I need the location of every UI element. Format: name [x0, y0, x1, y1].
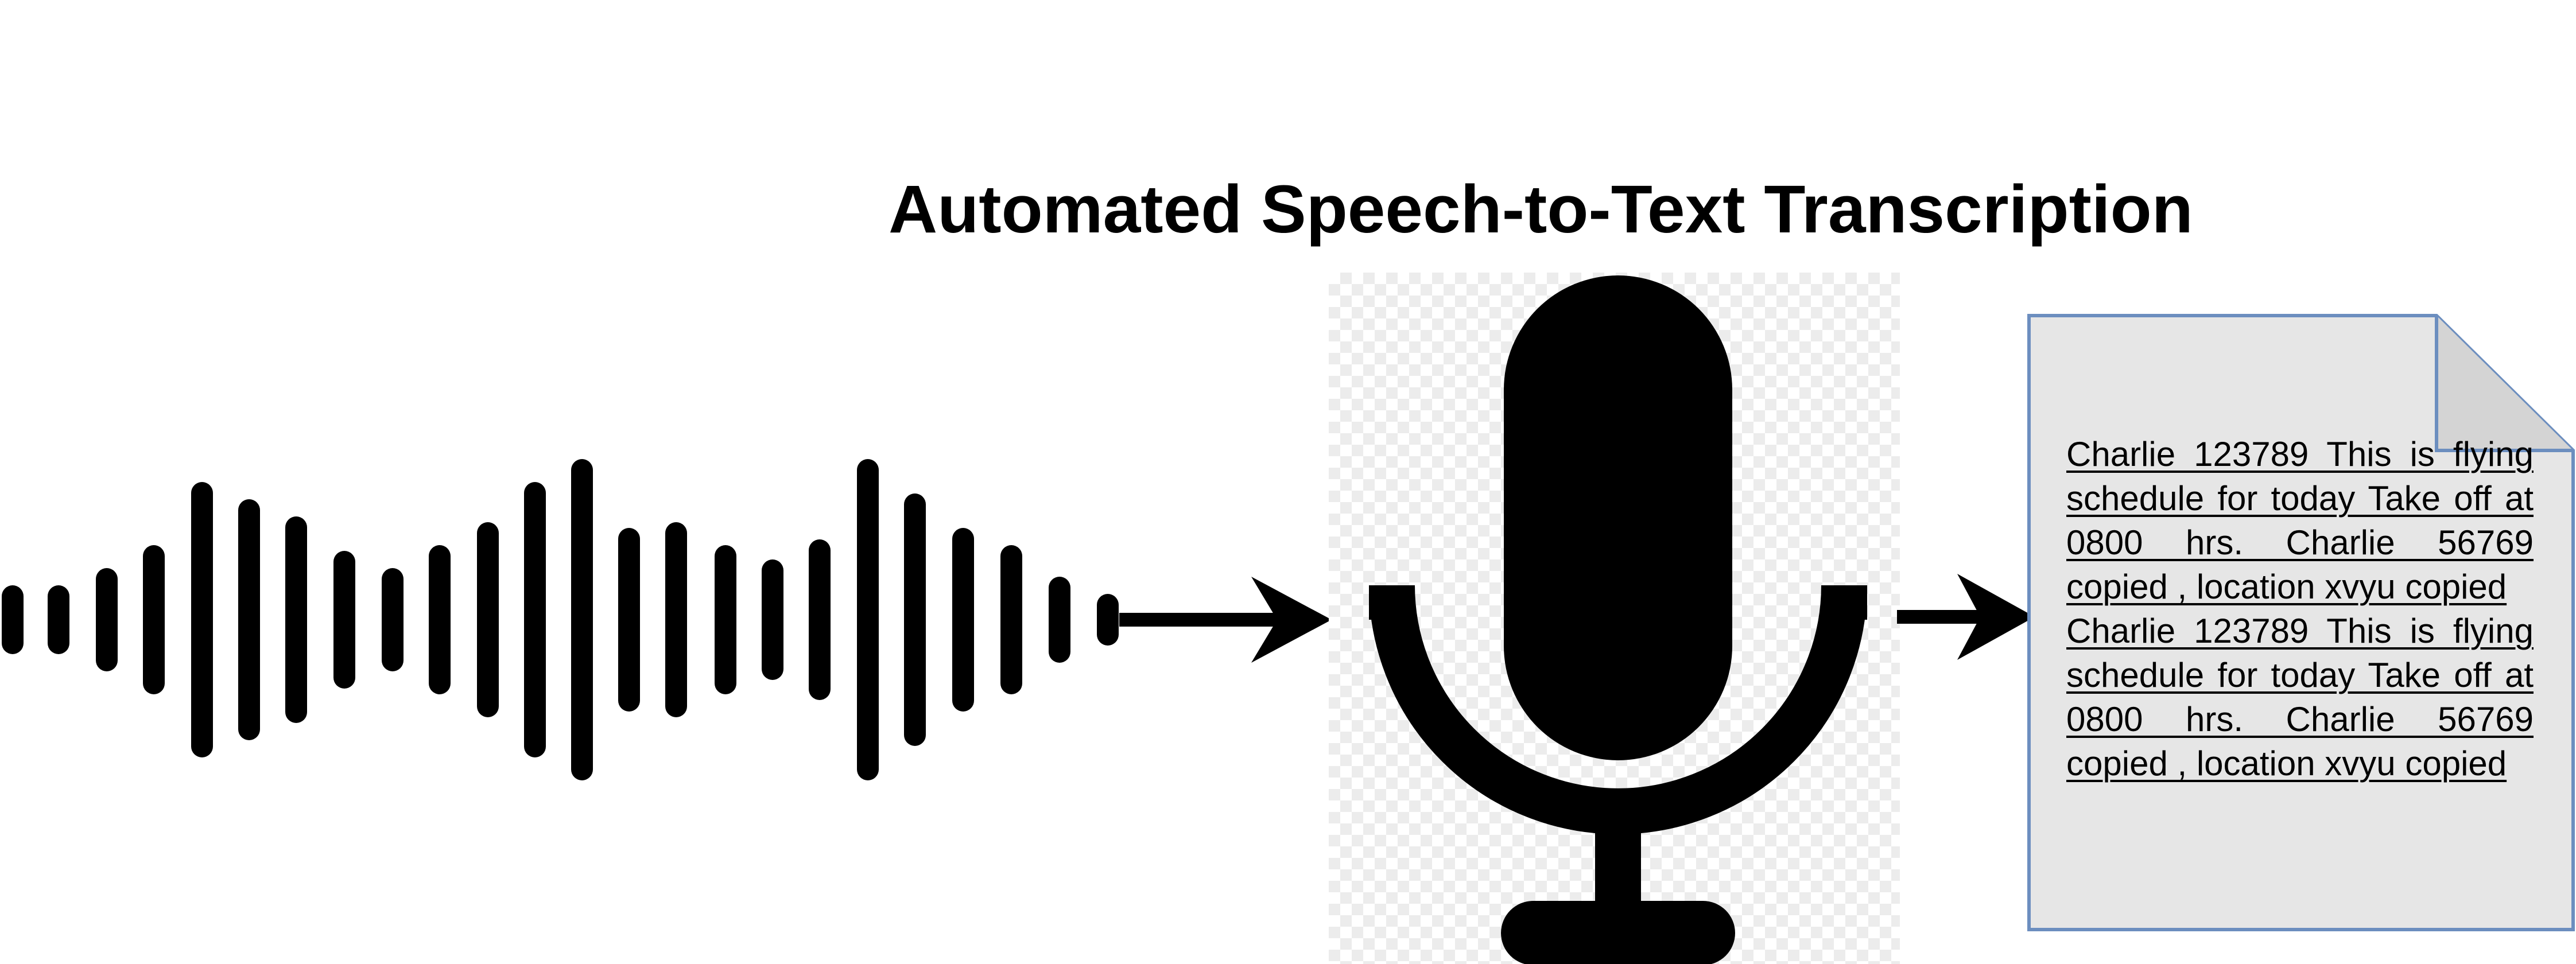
waveform-bar [143, 545, 165, 694]
diagram-title: Automated Speech-to-Text Transcription [889, 172, 2193, 247]
transcript-document: Charlie 123789 This is flying schedule f… [2026, 313, 2576, 932]
waveform-bar [333, 551, 355, 689]
waveform-bar [382, 568, 404, 671]
waveform-bar [429, 545, 451, 694]
waveform-bar [1049, 577, 1070, 663]
microphone-icon [1369, 275, 1867, 964]
waveform-bar [1000, 545, 1022, 694]
waveform-bar [715, 545, 736, 694]
transcript-paragraph: Charlie 123789 This is flying schedule f… [2066, 435, 2534, 606]
waveform-bar [238, 499, 260, 740]
transcript-paragraph: Charlie 123789 This is flying schedule f… [2066, 612, 2534, 783]
microphone-node [1329, 273, 1900, 964]
waveform-bar [809, 539, 831, 700]
waveform-bar [191, 482, 213, 757]
waveform-bar [48, 585, 69, 654]
waveform-bar [665, 522, 687, 717]
arrow-right-icon [1897, 574, 2035, 660]
waveform-bar [952, 528, 974, 712]
diagram-canvas: Automated Speech-to-Text Transcription C… [0, 0, 2576, 964]
sound-waveform-icon [2, 459, 1119, 780]
waveform-bar [904, 493, 926, 746]
waveform-bar [762, 559, 783, 680]
waveform-bar [571, 459, 593, 780]
waveform-bar [857, 459, 879, 780]
waveform-bar [477, 522, 499, 717]
waveform-bar [524, 482, 546, 757]
waveform-bar [2, 585, 24, 654]
waveform-bar [285, 516, 307, 723]
transcript-text: Charlie 123789 This is flying schedule f… [2066, 432, 2534, 786]
arrow-right-icon [1119, 577, 1332, 663]
waveform-bar [1097, 594, 1119, 646]
waveform-bar [618, 528, 640, 712]
waveform-bar [96, 568, 118, 671]
